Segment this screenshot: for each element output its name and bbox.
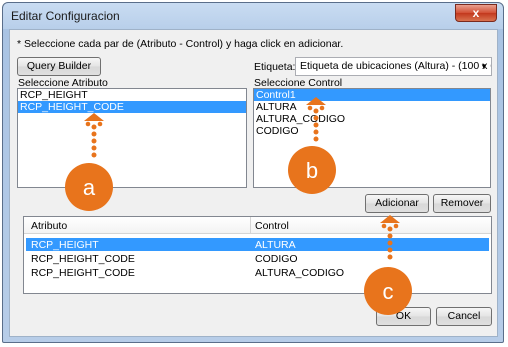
control-item[interactable]: CODIGO [254,125,490,137]
attribute-item[interactable]: RCP_HEIGHT [18,89,246,101]
dialog-client-area: * Seleccione cada par de (Atributo - Con… [9,29,498,337]
control-item[interactable]: ALTURA [254,101,490,113]
window-title: Editar Configuracion [11,9,120,23]
table-row[interactable]: RCP_HEIGHT_CODE CODIGO [26,252,489,265]
row-attribute: RCP_HEIGHT_CODE [31,253,135,265]
row-attribute: RCP_HEIGHT_CODE [31,267,135,279]
control-item[interactable]: ALTURA_CODIGO [254,113,490,125]
table-row[interactable]: RCP_HEIGHT ALTURA [26,238,489,251]
close-icon: x [472,6,480,20]
etiqueta-label: Etiqueta: [254,61,296,73]
attribute-item[interactable]: RCP_HEIGHT_CODE [18,101,246,113]
title-bar[interactable]: Editar Configuracion x [3,3,503,29]
row-control: ALTURA_CODIGO [255,267,345,279]
row-control: ALTURA [255,239,296,251]
grid-header-control[interactable]: Control [255,220,289,232]
column-divider[interactable] [250,217,251,234]
control-item[interactable]: Control1 [254,89,490,101]
instruction-text: * Seleccione cada par de (Atributo - Con… [17,38,344,50]
add-button[interactable]: Adicionar [365,194,429,213]
dialog-window: Editar Configuracion x * Seleccione cada… [2,2,504,343]
cancel-button[interactable]: Cancel [436,307,492,326]
row-control: CODIGO [255,253,298,265]
query-builder-button[interactable]: Query Builder [17,57,101,76]
chevron-down-icon[interactable]: ▼ [480,58,488,75]
etiqueta-select[interactable]: Etiqueta de ubicaciones (Altura) - (100 … [295,57,492,76]
mapping-grid[interactable]: Atributo Control RCP_HEIGHT ALTURA RCP_H… [23,216,492,294]
close-button[interactable]: x [455,4,497,22]
grid-header: Atributo Control [24,217,491,234]
attribute-listbox[interactable]: RCP_HEIGHT RCP_HEIGHT_CODE [17,88,247,188]
grid-header-attribute[interactable]: Atributo [31,220,67,232]
row-attribute: RCP_HEIGHT [31,239,99,251]
remove-button[interactable]: Remover [433,194,491,213]
table-row[interactable]: RCP_HEIGHT_CODE ALTURA_CODIGO [26,266,489,279]
control-listbox[interactable]: Control1 ALTURA ALTURA_CODIGO CODIGO [253,88,491,188]
ok-button[interactable]: OK [376,307,431,326]
etiqueta-select-value: Etiqueta de ubicaciones (Altura) - (100 … [300,60,492,72]
